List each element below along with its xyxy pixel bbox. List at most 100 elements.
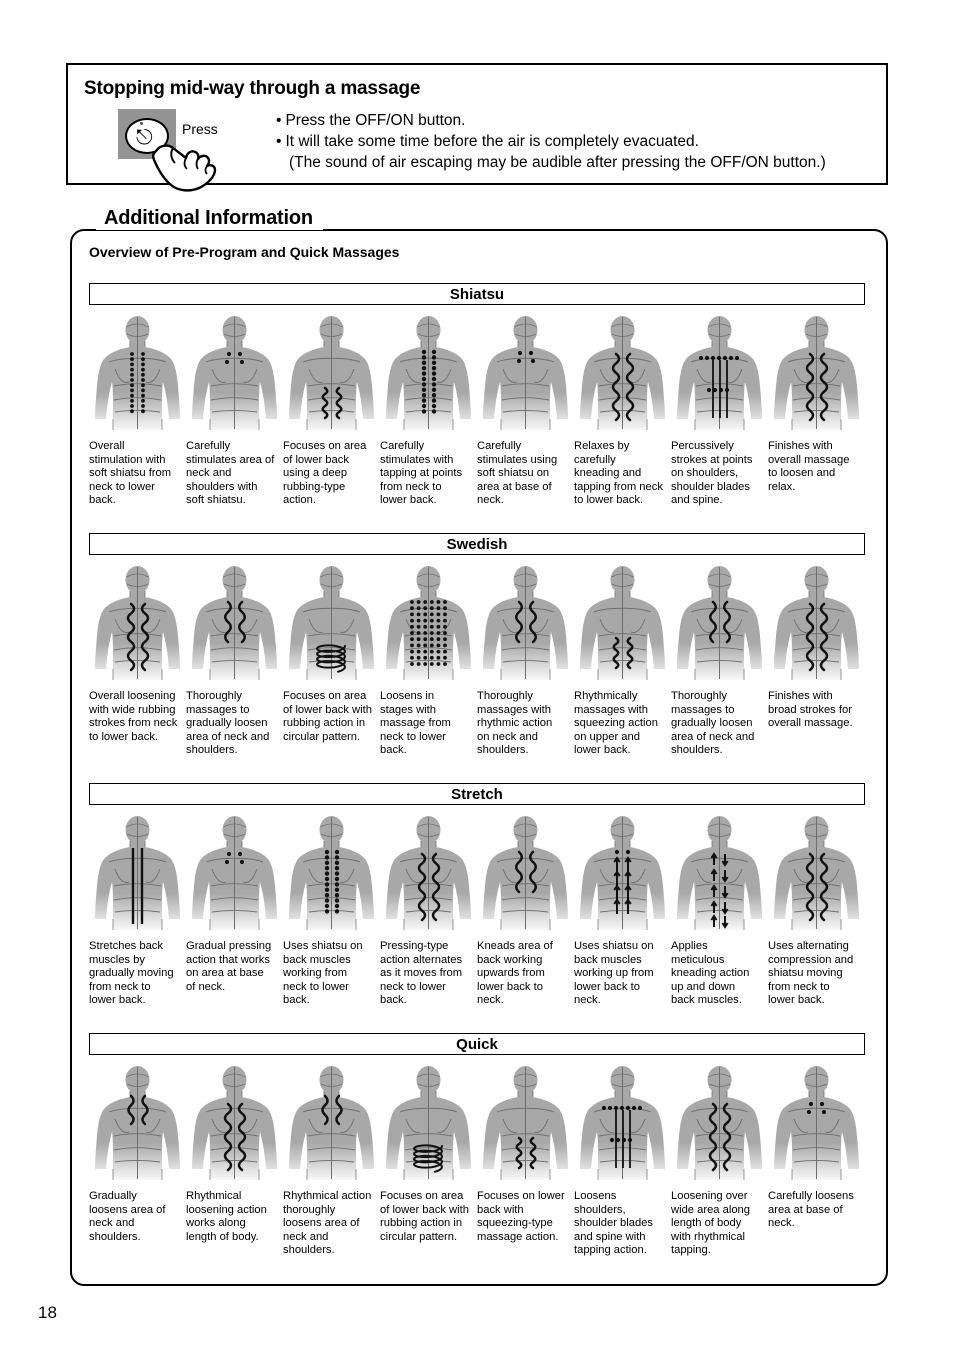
massage-item: Overall stimulation with soft shiatsu fr… <box>89 314 186 508</box>
note-line-text: (The sound of air escaping may be audibl… <box>289 154 826 171</box>
body-diagram-lower-back-wave-pair <box>477 1064 574 1186</box>
massage-item: Thoroughly massages to gradually loosen … <box>671 564 768 758</box>
program-block-shiatsu: Shiatsu Overall stimulation with soft sh… <box>89 283 865 508</box>
massage-caption: Thoroughly massages to gradually loosen … <box>186 690 270 757</box>
massage-item: Finishes with overall massage to loosen … <box>768 314 865 508</box>
stopping-note-box: Stopping mid-way through a massage ⎋ Pre… <box>66 63 888 192</box>
massage-caption: Gradual pressing action that works on ar… <box>186 940 272 993</box>
massage-item: Stretches back muscles by gradually movi… <box>89 814 186 1008</box>
massage-item: Percussively strokes at points on should… <box>671 314 768 508</box>
massage-caption: Uses shiatsu on back muscles working fro… <box>283 940 363 1007</box>
massage-caption: Thoroughly massages with rhythmic action… <box>477 690 553 757</box>
pointing-hand-icon <box>152 144 217 192</box>
massage-item: Focuses on area of lower back with rubbi… <box>380 1064 477 1258</box>
massage-caption: Applies meticulous kneading action up an… <box>671 940 750 1007</box>
body-diagram-full-back-wave-pair <box>768 314 865 436</box>
body-diagram-dense-dot-grid <box>380 564 477 686</box>
massage-item: Kneads area of back working upwards from… <box>477 814 574 1008</box>
massage-caption: Focuses on lower back with squeezing-typ… <box>477 1190 565 1243</box>
body-diagram-lower-back-spiral <box>283 564 380 686</box>
body-diagram-upper-back-wave-short <box>671 564 768 686</box>
massage-item: Carefully stimulates area of neck and sh… <box>186 314 283 508</box>
body-diagram-full-back-wave-pair <box>768 564 865 686</box>
massage-item: Pressing-type action alternates as it mo… <box>380 814 477 1008</box>
massage-item: Rhythmical action thoroughly loosens are… <box>283 1064 380 1258</box>
massage-item: Carefully stimulates using soft shiatsu … <box>477 314 574 508</box>
program-title: Stretch <box>89 783 865 805</box>
body-diagram-full-back-wave-pair <box>574 314 671 436</box>
note-body: ⎋ Press • Press the OFF/ON button. • It wi… <box>118 109 826 192</box>
massage-caption: Overall stimulation with soft shiatsu fr… <box>89 440 172 507</box>
massage-caption: Rhythmically massages with squeezing act… <box>574 690 658 757</box>
massage-item: Rhythmically massages with squeezing act… <box>574 564 671 758</box>
massage-item: Carefully stimulates with tapping at poi… <box>380 314 477 508</box>
massage-caption: Finishes with overall massage to loosen … <box>768 440 850 493</box>
body-diagram-double-arrows-dots <box>671 814 768 936</box>
overview-subtitle: Overview of Pre-Program and Quick Massag… <box>89 244 400 260</box>
note-line: • It will take some time before the air i… <box>276 131 826 152</box>
massage-caption: Focuses on area of lower back using a de… <box>283 440 367 507</box>
massage-item: Thoroughly massages to gradually loosen … <box>186 564 283 758</box>
program-figure-row: Stretches back muscles by gradually movi… <box>89 814 865 1008</box>
program-title: Quick <box>89 1033 865 1055</box>
body-diagram-neck-wave-short <box>283 1064 380 1186</box>
massage-caption: Carefully loosens area at base of neck. <box>768 1190 854 1230</box>
massage-item: Thoroughly massages with rhythmic action… <box>477 564 574 758</box>
program-figure-row: Overall loosening with wide rubbing stro… <box>89 564 865 758</box>
massage-item: Rhythmical loosening action works along … <box>186 1064 283 1258</box>
body-diagram-upward-arrows-pair <box>574 814 671 936</box>
bullet-icon: • <box>276 133 282 150</box>
massage-item: Loosening over wide area along length of… <box>671 1064 768 1258</box>
massage-caption: Finishes with broad strokes for overall … <box>768 690 853 730</box>
body-diagram-base-of-neck-four-dots <box>477 314 574 436</box>
program-block-quick: Quick Gradually loosens area of neck and… <box>89 1033 865 1258</box>
body-diagram-full-back-wave-pair <box>671 1064 768 1186</box>
massage-caption: Rhythmical action thoroughly loosens are… <box>283 1190 372 1257</box>
body-diagram-lower-back-spiral <box>380 1064 477 1186</box>
massage-caption: Carefully stimulates using soft shiatsu … <box>477 440 558 507</box>
massage-caption: Overall loosening with wide rubbing stro… <box>89 690 178 743</box>
note-line: (The sound of air escaping may be audibl… <box>276 152 826 173</box>
massage-caption: Thoroughly massages to gradually loosen … <box>671 690 755 757</box>
massage-caption: Uses shiatsu on back muscles working up … <box>574 940 654 1007</box>
press-illustration: ⎋ Press <box>118 109 266 192</box>
massage-caption: Loosens shoulders, shoulder blades and s… <box>574 1190 653 1257</box>
massage-item: Loosens shoulders, shoulder blades and s… <box>574 1064 671 1258</box>
massage-item: Applies meticulous kneading action up an… <box>671 814 768 1008</box>
note-line-text: It will take some time before the air is… <box>285 133 699 150</box>
body-diagram-full-back-wave-pair <box>186 1064 283 1186</box>
program-block-swedish: Swedish Overall loosening with wide rubb… <box>89 533 865 758</box>
massage-caption: Pressing-type action alternates as it mo… <box>380 940 463 1007</box>
body-diagram-shoulder-dots-straight-lines <box>671 314 768 436</box>
massage-item: Finishes with broad strokes for overall … <box>768 564 865 758</box>
body-diagram-shiatsu-dual-dot-column <box>89 314 186 436</box>
body-diagram-neck-wave-short <box>89 1064 186 1186</box>
massage-caption: Loosening over wide area along length of… <box>671 1190 750 1257</box>
massage-caption: Uses alternating compression and shiatsu… <box>768 940 854 1007</box>
note-line-text: Press the OFF/ON button. <box>285 112 466 129</box>
body-diagram-neck-shoulder-four-dots <box>768 1064 865 1186</box>
massage-caption: Rhythmical loosening action works along … <box>186 1190 267 1243</box>
body-diagram-spine-dot-column-tapping <box>283 814 380 936</box>
massage-caption: Carefully stimulates area of neck and sh… <box>186 440 275 507</box>
massage-item: Focuses on area of lower back with rubbi… <box>283 564 380 758</box>
massage-item: Uses shiatsu on back muscles working up … <box>574 814 671 1008</box>
note-instruction-list: • Press the OFF/ON button. • It will take … <box>276 109 826 173</box>
massage-caption: Loosens in stages with massage from neck… <box>380 690 451 757</box>
massage-caption: Percussively strokes at points on should… <box>671 440 753 507</box>
body-diagram-full-back-wave-pair <box>89 564 186 686</box>
massage-item: Gradually loosens area of neck and shoul… <box>89 1064 186 1258</box>
massage-item: Overall loosening with wide rubbing stro… <box>89 564 186 758</box>
program-block-stretch: Stretch Stretches back muscles by gradua… <box>89 783 865 1008</box>
massage-item: Gradual pressing action that works on ar… <box>186 814 283 1008</box>
massage-caption: Focuses on area of lower back with rubbi… <box>283 690 372 743</box>
massage-item: Relaxes by carefully kneading and tappin… <box>574 314 671 508</box>
massage-item: Uses shiatsu on back muscles working fro… <box>283 814 380 1008</box>
body-diagram-upper-back-wave-short <box>477 564 574 686</box>
note-line: • Press the OFF/ON button. <box>276 110 826 131</box>
page-number: 18 <box>38 1303 57 1322</box>
additional-information-legend: Additional Information <box>96 207 323 230</box>
body-diagram-upper-back-wave-short <box>477 814 574 936</box>
body-diagram-spine-straight-bars <box>89 814 186 936</box>
massage-caption: Relaxes by carefully kneading and tappin… <box>574 440 663 507</box>
